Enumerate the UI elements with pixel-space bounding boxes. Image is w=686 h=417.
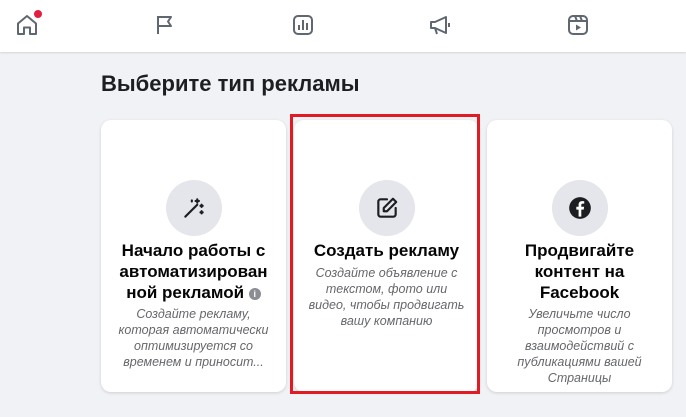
insights-icon[interactable] [290,12,316,38]
top-navigation-bar [0,0,686,52]
boost-content-card[interactable]: Продвигайте контент на Facebook Увеличьт… [487,120,672,392]
card-description: Увеличьте число просмотров и взаимодейст… [517,307,642,385]
card-title: Создать рекламу [313,241,460,260]
card-title: Продвигайте контент на Facebook [524,241,635,302]
card-description: Создайте рекламу, которая автоматически … [118,307,269,369]
edit-icon [358,180,415,236]
magic-wand-icon [165,180,222,236]
card-description: Создайте объявление с текстом, фото или … [308,266,465,328]
create-ad-card[interactable]: Создать рекламу Создайте объявление с те… [294,120,479,392]
megaphone-icon[interactable] [427,12,453,38]
flag-icon[interactable] [152,12,178,38]
automated-ads-card[interactable]: Начало работы с автоматизирован ной рекл… [101,120,286,392]
card-title: Начало работы с автоматизирован ной рекл… [119,241,268,302]
facebook-icon [551,180,608,236]
info-icon[interactable]: i [248,288,261,300]
reels-icon[interactable] [565,12,591,38]
notification-dot [33,9,43,19]
page-title: Выберите тип рекламы [101,71,360,96]
